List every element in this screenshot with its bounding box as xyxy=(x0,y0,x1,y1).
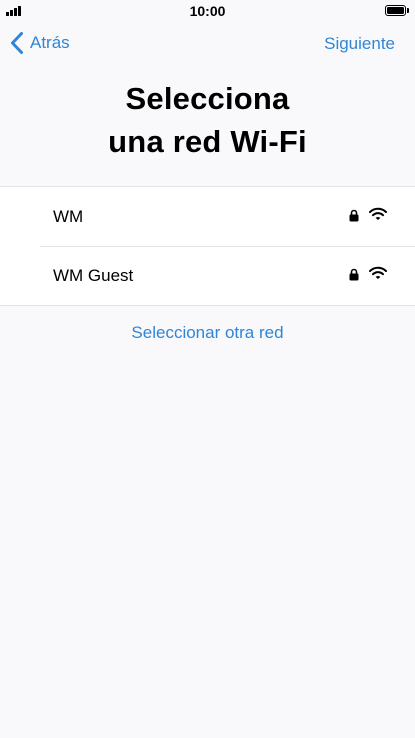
network-name: WM xyxy=(53,207,84,226)
network-name: WM Guest xyxy=(53,266,134,285)
page-title-line-1: Selecciona xyxy=(125,81,290,116)
battery-icon xyxy=(385,5,409,16)
network-row-wm[interactable]: WM xyxy=(0,187,415,246)
next-button[interactable]: Siguiente xyxy=(324,34,395,54)
back-button-label: Atrás xyxy=(30,33,70,52)
select-other-network-link[interactable]: Seleccionar otra red xyxy=(0,323,415,343)
lock-icon xyxy=(349,209,359,222)
status-bar: 10:00 xyxy=(0,0,415,22)
status-time: 10:00 xyxy=(189,3,226,19)
lock-icon xyxy=(349,268,359,281)
wifi-icon xyxy=(369,266,387,279)
wifi-icon xyxy=(369,207,387,220)
page-title: Selecciona una red Wi-Fi xyxy=(0,77,415,163)
chevron-left-icon xyxy=(11,32,23,54)
navigation-bar: Atrás Siguiente xyxy=(0,22,415,66)
network-row-wm-guest[interactable]: WM Guest xyxy=(0,246,415,305)
back-button[interactable]: Atrás xyxy=(10,30,70,56)
page-title-line-2: una red Wi-Fi xyxy=(108,124,307,159)
wifi-network-list: WM WM Guest xyxy=(0,186,415,306)
